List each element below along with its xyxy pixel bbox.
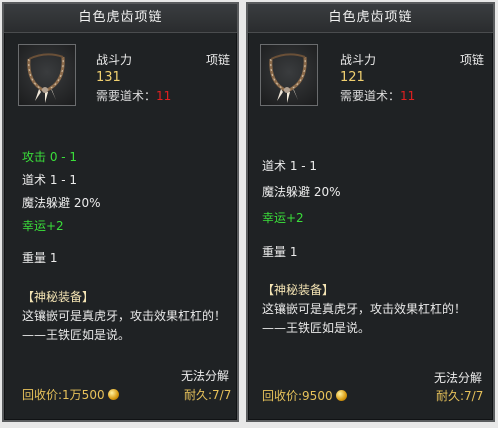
magic-evade-stat: 魔法躲避 20% bbox=[22, 196, 101, 210]
durability-value: 7/7 bbox=[464, 389, 484, 403]
recycle-value: 1万500 bbox=[62, 388, 105, 402]
recycle-value: 9500 bbox=[302, 389, 333, 403]
recycle-label: 回收价: bbox=[262, 389, 303, 403]
power-value: 121 bbox=[340, 70, 365, 85]
requirement-value: 11 bbox=[156, 89, 172, 103]
taoism-stat: 道术 1 - 1 bbox=[22, 173, 78, 187]
requirement: 需要道术：11 bbox=[96, 88, 171, 104]
gold-coin-icon bbox=[107, 389, 119, 400]
item-tooltip-left: 白色虎齿项链 战斗力 项链 131 需要道术：11 攻击 0 - 1 道术 1 … bbox=[2, 2, 239, 422]
luck-stat: 幸运+2 bbox=[22, 219, 64, 233]
item-tooltip-right: 白色虎齿项链 战斗力 项链 121 需要道术：11 道术 1 - 1 魔法躲避 … bbox=[246, 2, 495, 422]
item-title: 白色虎齿项链 bbox=[248, 4, 493, 33]
durability: 耐久:7/7 bbox=[184, 387, 231, 403]
requirement-label: 需要道术： bbox=[96, 89, 157, 103]
necklace-icon bbox=[269, 53, 307, 103]
requirement: 需要道术：11 bbox=[340, 88, 415, 104]
item-title: 白色虎齿项链 bbox=[4, 4, 237, 33]
attack-stat: 攻击 0 - 1 bbox=[22, 150, 78, 164]
power-label: 战斗力 bbox=[96, 53, 133, 67]
durability-value: 7/7 bbox=[212, 388, 232, 402]
no-decompose-label: 无法分解 bbox=[434, 371, 483, 385]
weight-stat: 重量 1 bbox=[22, 251, 58, 265]
mystery-title: 【神秘装备】 bbox=[262, 283, 335, 297]
mystery-title: 【神秘装备】 bbox=[22, 290, 95, 304]
power-label: 战斗力 bbox=[340, 53, 377, 67]
power-value: 131 bbox=[96, 70, 121, 85]
necklace-icon bbox=[27, 53, 65, 103]
requirement-label: 需要道术： bbox=[340, 89, 401, 103]
item-type: 项链 bbox=[206, 53, 231, 67]
requirement-value: 11 bbox=[400, 89, 416, 103]
luck-stat: 幸运+2 bbox=[262, 211, 304, 225]
item-icon-frame bbox=[18, 44, 76, 106]
recycle-price: 回收价:9500 bbox=[262, 388, 347, 404]
durability-label: 耐久: bbox=[436, 389, 465, 403]
gold-coin-icon bbox=[335, 390, 347, 401]
durability: 耐久:7/7 bbox=[436, 388, 483, 404]
recycle-label: 回收价: bbox=[22, 388, 63, 402]
taoism-stat: 道术 1 - 1 bbox=[262, 159, 318, 173]
weight-stat: 重量 1 bbox=[262, 245, 298, 259]
item-type: 项链 bbox=[460, 53, 485, 67]
item-description: 这镶嵌可是真虎牙，攻击效果杠杠的！——王铁匠如是说。 bbox=[262, 302, 467, 335]
item-description: 这镶嵌可是真虎牙，攻击效果杠杠的！——王铁匠如是说。 bbox=[22, 309, 227, 342]
no-decompose-label: 无法分解 bbox=[181, 369, 230, 383]
item-icon-frame bbox=[260, 44, 318, 106]
durability-label: 耐久: bbox=[184, 388, 213, 402]
recycle-price: 回收价:1万500 bbox=[22, 387, 119, 403]
magic-evade-stat: 魔法躲避 20% bbox=[262, 185, 341, 199]
